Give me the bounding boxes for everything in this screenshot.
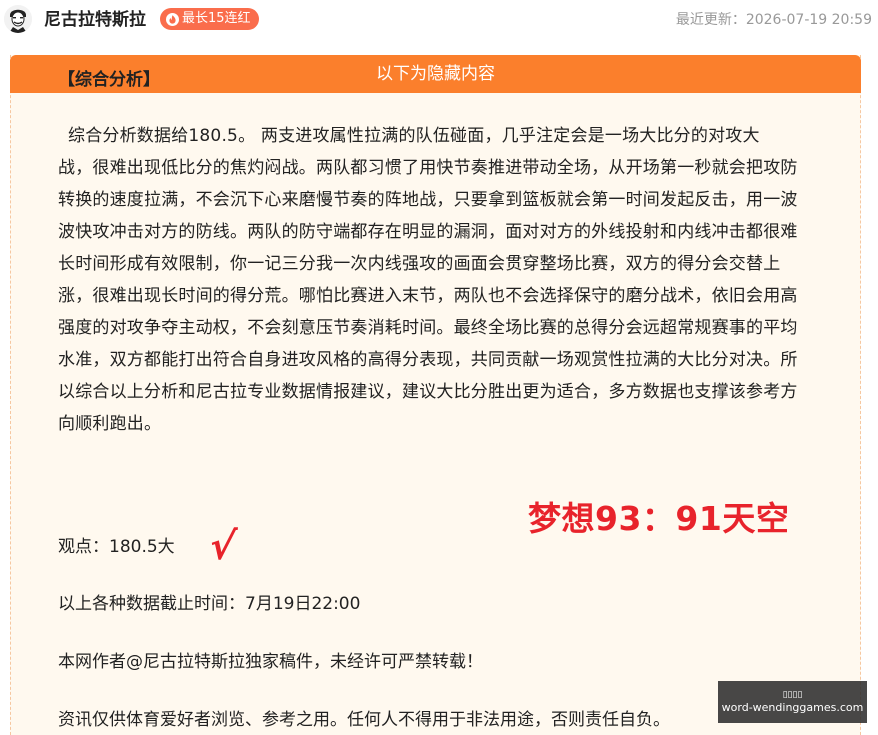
analysis-line: 长时间形成有效限制，你一记三分我一次内线强攻的画面会贯穿整场比赛，双方的得分会交… [58, 254, 781, 274]
copyright-notice: 本网作者@尼古拉特斯拉独家稿件，未经许可严禁转载！ [58, 652, 483, 672]
analysis-line: 转换的速度拉满，不会沉下心来磨慢节奏的阵地战，只要拿到篮板就会第一时间发起反击，… [58, 190, 798, 210]
update-timestamp: 2026-07-19 20:59 [745, 12, 872, 28]
watermark-top: ▯▯▯▯ [782, 690, 803, 700]
post-header: 尼古拉特斯拉 最长15连红 最近更新：2026-07-19 20:59 [0, 0, 878, 40]
update-label: 最近更新： [675, 12, 746, 28]
analysis-line: 向顺利跑出。 [58, 414, 162, 434]
article-content: 【综合分析】 综合分析数据给180.5。 两支进攻属性拉满的队伍碰面，几乎注定会… [58, 66, 838, 440]
update-time: 最近更新：2026-07-19 20:59 [676, 10, 872, 30]
flame-icon [166, 12, 179, 26]
analysis-paragraph: 综合分析数据给180.5。 两支进攻属性拉满的队伍碰面，几乎注定会是一场大比分的… [58, 120, 838, 440]
analysis-line: 以综合以上分析和尼古拉专业数据情报建议，建议大比分胜出更为适合，多方数据也支撑该… [58, 382, 798, 402]
author-avatar[interactable] [4, 5, 32, 33]
analysis-line: 涨，很难出现长时间的得分荒。哪怕比赛进入末节，两队也不会选择保守的磨分战术，依旧… [58, 286, 798, 306]
analysis-line: 水准，双方都能打出符合自身进攻风格的高得分表现，共同贡献一场观赏性拉满的大比分对… [58, 350, 798, 370]
dream-score-annotation: 梦想93：91天空 [528, 499, 790, 538]
section-heading: 【综合分析】 [58, 70, 160, 90]
analysis-line: 强度的对攻争夺主动权，不会刻意压节奏消耗时间。最终全场比赛的总得分会远超常规赛事… [58, 318, 798, 338]
author-name[interactable]: 尼古拉特斯拉 [44, 9, 146, 31]
analysis-line: 战，很难出现低比分的焦灼闷战。两队都习惯了用快节奏推进带动全场，从开场第一秒就会… [58, 158, 798, 178]
streak-badge: 最长15连红 [160, 8, 259, 30]
site-watermark: ▯▯▯▯ word-wendinggames.com [718, 681, 867, 723]
data-cutoff-text: 以上各种数据截止时间：7月19日22:00 [58, 594, 361, 614]
viewpoint-text: 观点：180.5大 [58, 537, 175, 557]
streak-badge-label: 最长15连红 [182, 11, 251, 26]
analysis-line: 综合分析数据给180.5。 两支进攻属性拉满的队伍碰面，几乎注定会是一场大比分的… [68, 126, 760, 146]
watermark-url: word-wendinggames.com [721, 701, 864, 714]
analysis-line: 波快攻冲击对方的防线。两队的防守端都存在明显的漏洞，面对对方的外线投射和内线冲击… [58, 222, 798, 242]
avatar-portrait-icon [4, 5, 32, 33]
disclaimer-text: 资讯仅供体育爱好者浏览、参考之用。任何人不得用于非法用途，否则责任自负。 [58, 710, 670, 730]
page: 尼古拉特斯拉 最长15连红 最近更新：2026-07-19 20:59 以下为隐… [0, 0, 878, 735]
